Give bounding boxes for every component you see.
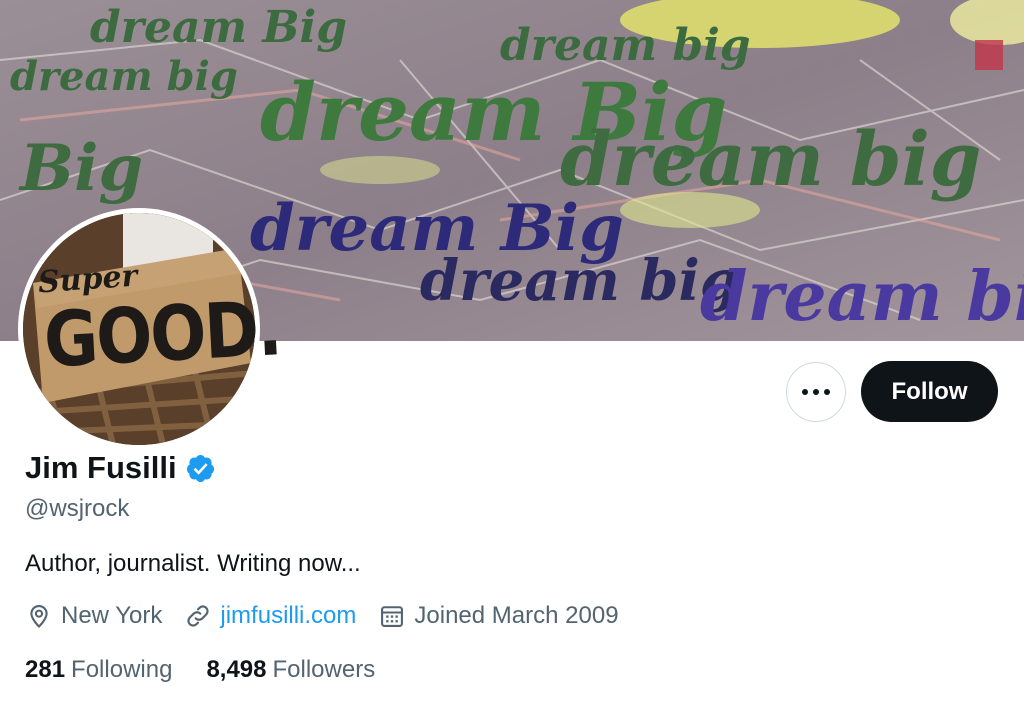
following-count: 281 (25, 656, 66, 683)
website-item: jimfusilli.com (184, 602, 356, 630)
following-stat[interactable]: 281 Following (25, 656, 172, 684)
website-link[interactable]: jimfusilli.com (220, 602, 356, 630)
follow-button[interactable]: Follow (861, 361, 998, 422)
banner-scribble-4: dream big (500, 20, 751, 71)
profile-handle: @wsjrock (25, 495, 130, 522)
profile-name-row: Jim Fusilli (25, 450, 216, 486)
more-options-button[interactable] (786, 362, 846, 422)
location-text: New York (61, 602, 163, 629)
location-pin-icon (30, 605, 48, 628)
profile-name: Jim Fusilli (25, 450, 177, 485)
verified-badge-icon[interactable] (185, 453, 216, 484)
banner-scribble-5: Big (18, 131, 143, 206)
location-item: New York (25, 602, 162, 630)
followers-stat[interactable]: 8,498 Followers (206, 656, 375, 684)
avatar-sign-text-main: GOOD. (41, 284, 283, 385)
joined-text: Joined March 2009 (414, 602, 619, 629)
link-icon (187, 605, 209, 627)
banner-scribble-1: dream Big (90, 2, 347, 53)
banner-scribble-9: dream big (700, 257, 1024, 337)
banner-scribble-8: dream big (420, 248, 739, 314)
profile-bio: Author, journalist. Writing now... (25, 550, 361, 577)
joined-item: Joined March 2009 (378, 602, 619, 630)
profile-meta: New York jimfusilli.com Joined March 200… (25, 602, 641, 630)
banner-scribble-2: dream big (10, 53, 238, 100)
more-horizontal-icon (802, 389, 830, 395)
calendar-icon (381, 606, 404, 627)
profile-stats: 281 Following 8,498 Followers (25, 656, 409, 684)
followers-label: Followers (272, 656, 376, 683)
followers-count: 8,498 (206, 656, 267, 683)
following-label: Following (71, 656, 173, 683)
